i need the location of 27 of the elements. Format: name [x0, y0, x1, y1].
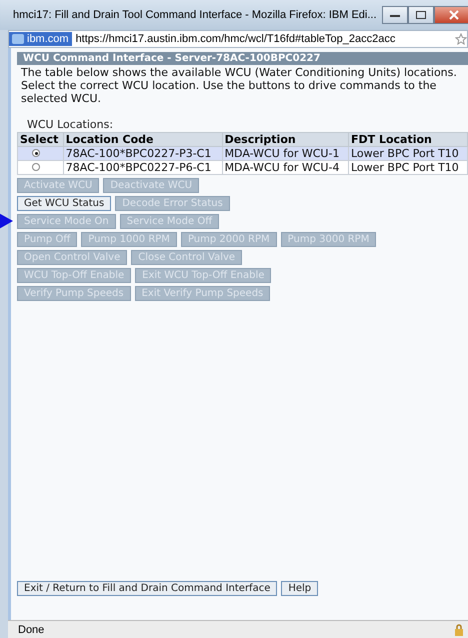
- close-button[interactable]: [434, 6, 468, 24]
- panel-title: WCU Command Interface - Server-78AC-100BPC0227: [17, 52, 468, 65]
- address-field[interactable]: https://hmci17.austin.ibm.com/hmc/wcl/T16fd#tableTop_2acc2acc: [76, 33, 451, 45]
- column-header: Location Code: [63, 132, 222, 146]
- maximize-icon: [416, 11, 426, 19]
- footer-button[interactable]: Help: [281, 581, 318, 596]
- radio-button[interactable]: [32, 149, 40, 157]
- lock-icon: [454, 624, 464, 636]
- column-header: FDT Location: [348, 132, 468, 146]
- description-text: The table below shows the available WCU (Water Conditioning Units) locations. Select the correct WCU location. Use the buttons to drive commands to the selected WCU.: [20, 65, 458, 106]
- star-icon[interactable]: [455, 33, 467, 45]
- column-header: Select: [18, 132, 64, 146]
- table-cell: MDA-WCU for WCU-4: [222, 160, 348, 174]
- footer-button[interactable]: Exit / Return to Fill and Drain Command Interface: [17, 581, 278, 596]
- table-cell: 78AC-100*BPC0227-P6-C1: [63, 160, 222, 174]
- command-button[interactable]: Get WCU Status: [17, 196, 112, 211]
- status-text: Done: [18, 624, 46, 636]
- table-caption: WCU Locations:: [27, 118, 114, 131]
- radio-button[interactable]: [32, 163, 40, 171]
- window-title: hmci17: Fill and Drain Tool Command Interface - Mozilla Firefox: IBM Edi...: [13, 9, 377, 21]
- column-header: Description: [222, 132, 348, 146]
- minimize-button[interactable]: [382, 6, 408, 24]
- minimize-icon: [390, 13, 400, 17]
- maximize-button[interactable]: [408, 6, 434, 24]
- close-icon: [448, 10, 459, 20]
- site-identity-badge[interactable]: ibm.com: [9, 32, 72, 46]
- table-cell: Lower BPC Port T10: [348, 160, 468, 174]
